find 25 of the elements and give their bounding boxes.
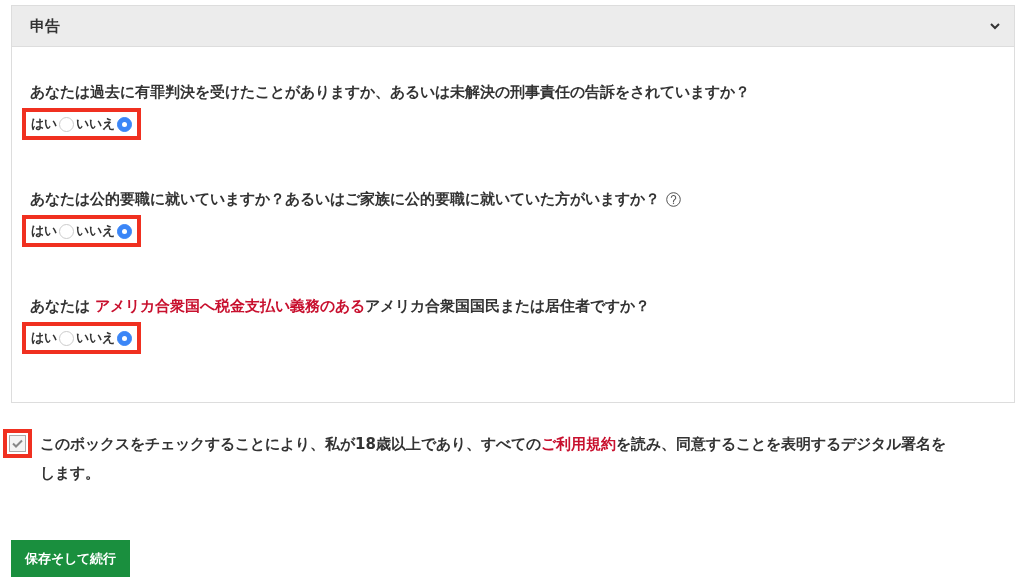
checkbox[interactable] — [9, 435, 26, 452]
option-label[interactable]: はい — [31, 222, 57, 240]
radio-button[interactable] — [117, 330, 132, 346]
link[interactable]: アメリカ合衆国へ税金支払い義務のある — [95, 297, 366, 315]
agreement-text: このボックスをチェックすることにより、私が18歳以上であり、すべてのご利用規約を読み、同意することを表明するデジタル署名をします。 — [40, 434, 947, 484]
panel-title: 申告 — [30, 16, 60, 36]
question-text: あなたは過去に有罪判決を受けたことがありますか、あるいは未解決の刑事責任の告訴をされていますか？ — [30, 83, 750, 102]
option-label[interactable]: いいえ — [76, 115, 115, 133]
option-label[interactable]: はい — [31, 329, 57, 347]
question-text: あなたは アメリカ合衆国へ税金支払い義務のあるアメリカ合衆国国民または居住者ですか？ — [30, 297, 651, 316]
panel-header[interactable]: 申告 — [12, 6, 1014, 47]
question-text: あなたは公的要職に就いていますか？あるいはご家族に公的要職に就いていた方がいますか？ — [30, 190, 660, 209]
help-icon[interactable] — [666, 192, 681, 207]
radio-button[interactable] — [59, 223, 74, 239]
option-label[interactable]: いいえ — [76, 329, 115, 347]
radio-button[interactable] — [117, 116, 132, 132]
link[interactable]: ご利用規約 — [540, 435, 616, 453]
radio-button[interactable] — [59, 330, 74, 346]
option-label[interactable]: いいえ — [76, 222, 115, 240]
checkmark-icon — [12, 439, 23, 448]
chevron-down-icon[interactable] — [990, 22, 1000, 30]
save-continue-button[interactable]: 保存そして続行 — [11, 540, 130, 577]
radio-button[interactable] — [59, 116, 74, 132]
radio-button[interactable] — [117, 223, 132, 239]
option-label[interactable]: はい — [31, 115, 57, 133]
